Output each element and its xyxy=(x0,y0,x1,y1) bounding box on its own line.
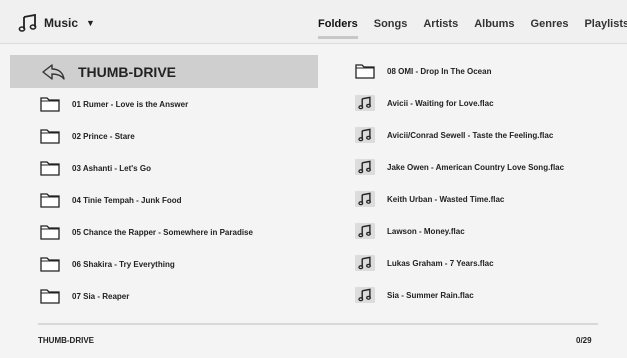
folder-list-left: 01 Rumer - Love is the Answer 02 Prince … xyxy=(10,88,318,312)
app-title: Music xyxy=(44,16,79,30)
list-item-label: Lawson - Money.flac xyxy=(387,226,465,236)
tab-folders[interactable]: Folders xyxy=(310,18,366,39)
footer-item-count: 0/29 xyxy=(576,336,592,345)
tab-albums[interactable]: Albums xyxy=(466,18,522,38)
list-item[interactable]: 01 Rumer - Love is the Answer xyxy=(10,88,318,120)
music-note-icon xyxy=(355,287,375,303)
list-item[interactable]: Lukas Graham - 7 Years.flac xyxy=(345,247,615,279)
tab-playlists[interactable]: Playlists xyxy=(576,18,627,38)
music-note-icon xyxy=(355,223,375,239)
list-item-label: Lukas Graham - 7 Years.flac xyxy=(387,258,494,268)
music-note-icon xyxy=(355,255,375,271)
back-arrow-icon xyxy=(42,63,65,80)
list-item[interactable]: Jake Owen - American Country Love Song.f… xyxy=(345,151,615,183)
list-item-label: 01 Rumer - Love is the Answer xyxy=(72,99,189,109)
footer-path: THUMB-DRIVE xyxy=(38,336,94,345)
list-item[interactable]: Avicii/Conrad Sewell - Taste the Feeling… xyxy=(345,119,615,151)
music-note-icon xyxy=(18,13,37,32)
list-item-label: Avicii - Waiting for Love.flac xyxy=(387,98,494,108)
folder-back-row[interactable]: THUMB-DRIVE xyxy=(10,55,318,88)
list-item-label: 03 Ashanti - Let's Go xyxy=(72,163,151,173)
chevron-down-icon: ▼ xyxy=(86,18,95,28)
list-item[interactable]: 05 Chance the Rapper - Somewhere in Para… xyxy=(10,216,318,248)
list-item[interactable]: 04 Tinie Tempah - Junk Food xyxy=(10,184,318,216)
folder-icon xyxy=(40,97,60,112)
music-note-icon xyxy=(355,127,375,143)
folder-icon xyxy=(40,161,60,176)
list-item[interactable]: 02 Prince - Stare xyxy=(10,120,318,152)
folder-icon xyxy=(40,257,60,272)
list-item[interactable]: 08 OMI - Drop In The Ocean xyxy=(345,55,615,87)
list-item[interactable]: Sia - Summer Rain.flac xyxy=(345,279,615,311)
folder-icon xyxy=(40,193,60,208)
tab-songs[interactable]: Songs xyxy=(366,18,416,38)
top-bar: Music ▼ Folders Songs Artists Albums Gen… xyxy=(0,0,627,44)
list-item[interactable]: 06 Shakira - Try Everything xyxy=(10,248,318,280)
folder-icon xyxy=(355,64,375,79)
list-item[interactable]: 07 Sia - Reaper xyxy=(10,280,318,312)
music-note-icon xyxy=(355,191,375,207)
list-item-label: 05 Chance the Rapper - Somewhere in Para… xyxy=(72,227,253,237)
folder-icon xyxy=(40,129,60,144)
folder-icon xyxy=(40,289,60,304)
list-item-label: 06 Shakira - Try Everything xyxy=(72,259,175,269)
list-item-label: 02 Prince - Stare xyxy=(72,131,135,141)
music-note-icon xyxy=(355,95,375,111)
folder-list-right: 08 OMI - Drop In The Ocean Avicii - Wait… xyxy=(345,55,615,311)
list-item[interactable]: 03 Ashanti - Let's Go xyxy=(10,152,318,184)
list-item[interactable]: Keith Urban - Wasted Time.flac xyxy=(345,183,615,215)
folder-icon xyxy=(40,225,60,240)
list-item-label: Sia - Summer Rain.flac xyxy=(387,290,474,300)
list-item-label: 08 OMI - Drop In The Ocean xyxy=(387,66,492,76)
tab-genres[interactable]: Genres xyxy=(523,18,577,38)
list-item-label: Jake Owen - American Country Love Song.f… xyxy=(387,162,565,172)
list-item[interactable]: Avicii - Waiting for Love.flac xyxy=(345,87,615,119)
tab-artists[interactable]: Artists xyxy=(415,18,466,38)
current-folder-title: THUMB-DRIVE xyxy=(78,63,176,80)
list-item-label: Avicii/Conrad Sewell - Taste the Feeling… xyxy=(387,130,554,140)
list-item-label: 07 Sia - Reaper xyxy=(72,291,130,301)
list-item-label: 04 Tinie Tempah - Junk Food xyxy=(72,195,182,205)
list-item[interactable]: Lawson - Money.flac xyxy=(345,215,615,247)
music-note-icon xyxy=(355,159,375,175)
footer-divider xyxy=(38,323,598,325)
app-menu[interactable]: Music ▼ xyxy=(18,13,95,33)
list-item-label: Keith Urban - Wasted Time.flac xyxy=(387,194,505,204)
view-tabs: Folders Songs Artists Albums Genres Play… xyxy=(310,18,627,39)
